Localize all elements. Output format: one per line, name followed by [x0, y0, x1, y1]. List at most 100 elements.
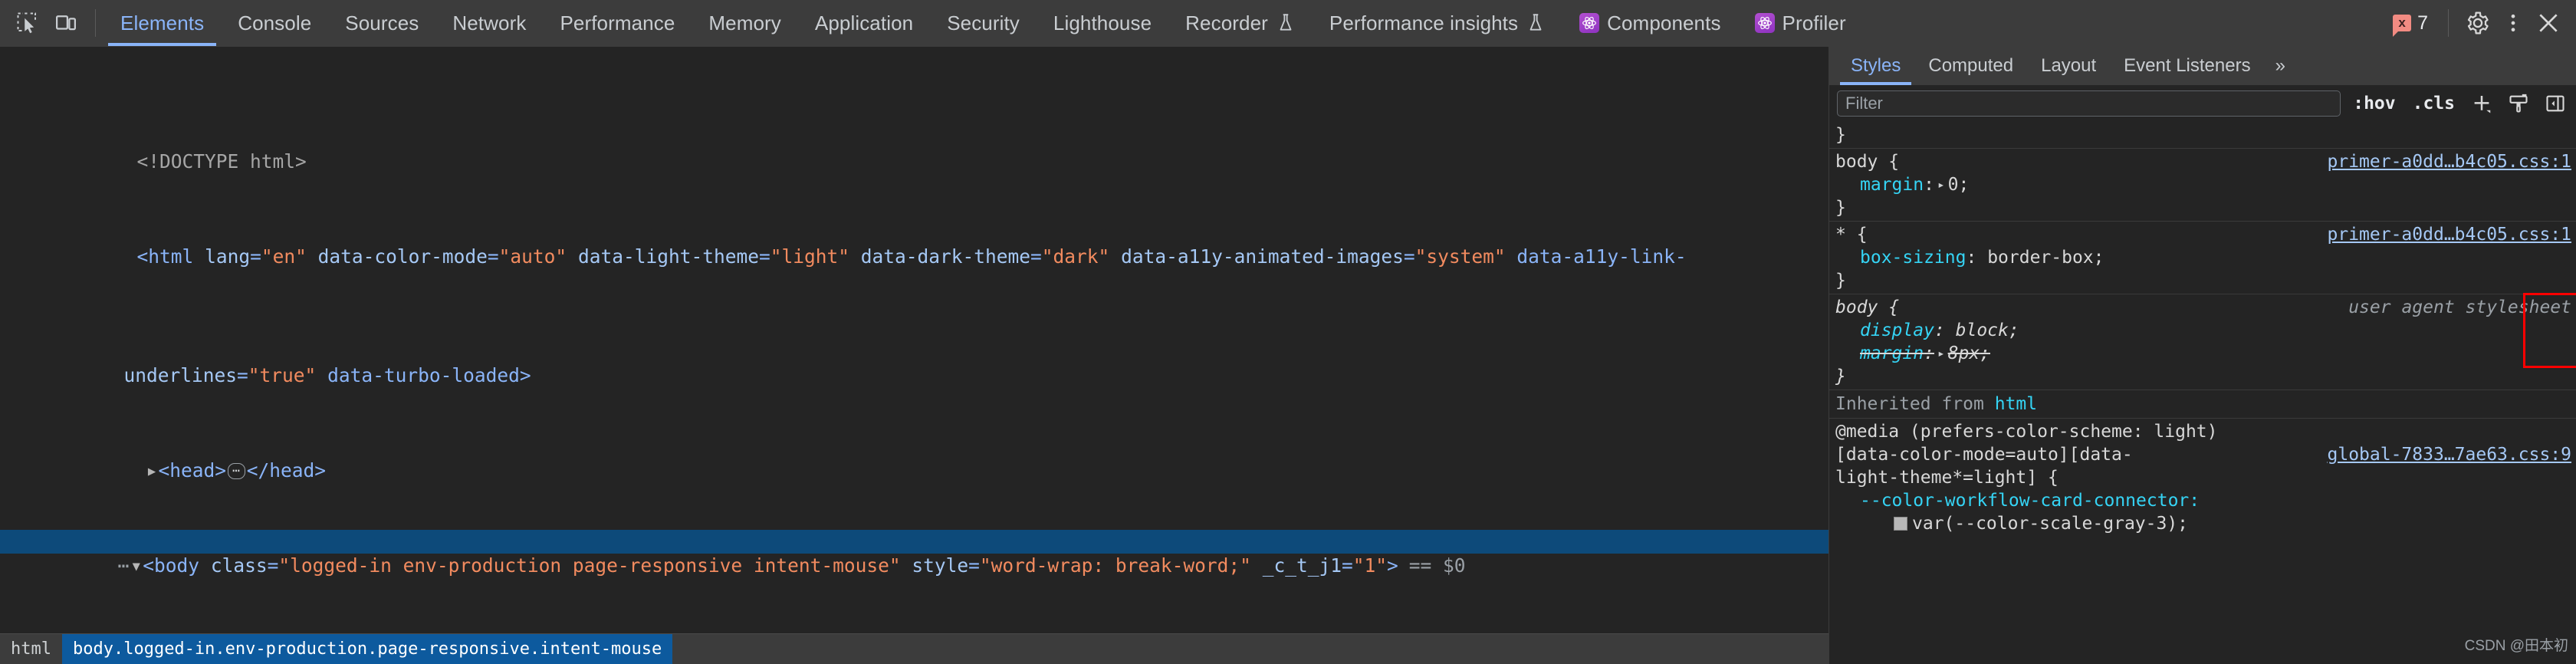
media-query-line3[interactable]: light-theme*=light] { [1829, 466, 2576, 489]
tab-label: Computed [1928, 55, 2014, 76]
declaration-property: display [1860, 320, 1934, 340]
tab-layout[interactable]: Layout [2027, 47, 2110, 85]
dom-node-doctype[interactable]: <!DOCTYPE html> [0, 126, 1829, 173]
toggle-class-editor-button[interactable]: .cls [2408, 94, 2459, 113]
dom-tree[interactable]: <!DOCTYPE html> <html lang="en" data-col… [0, 47, 1829, 633]
rule-selector[interactable]: * { [1835, 223, 1868, 246]
declaration-property[interactable]: box-sizing [1860, 248, 1966, 268]
rule-origin-link[interactable]: primer-a0dd…b4c05.css:1 [2314, 223, 2572, 246]
react-atom-icon [1754, 13, 1775, 33]
declaration-value: 8px [1947, 344, 1980, 363]
toolbar-left-controls [0, 0, 104, 46]
tab-performance-insights[interactable]: Performance insights [1313, 0, 1562, 46]
plus-icon[interactable] [2467, 90, 2496, 117]
declaration-color-workflow-card-connector[interactable]: --color-workflow-card-connector: [1829, 489, 2576, 512]
collapsed-children-ellipsis[interactable]: ⋯ [228, 463, 245, 479]
body-open-tag: <body class="logged-in env-production pa… [143, 554, 1398, 577]
style-rule-body-user-agent[interactable]: body { user agent stylesheet display: bl… [1829, 293, 2576, 390]
tab-recorder[interactable]: Recorder [1168, 0, 1313, 46]
expand-triangle-icon[interactable] [146, 460, 159, 484]
dom-node-body-selected[interactable]: ⋯ <body class="logged-in env-production p… [0, 530, 1829, 577]
tab-computed[interactable]: Computed [1914, 47, 2027, 85]
more-vertical-icon[interactable] [2496, 6, 2530, 40]
breadcrumb-item-html[interactable]: html [0, 634, 62, 664]
filter-placeholder: Filter [1845, 94, 1883, 113]
tab-components[interactable]: Components [1562, 0, 1737, 46]
declaration-display: display: block; [1860, 320, 2019, 340]
paintbrush-icon[interactable] [2504, 90, 2533, 117]
closing-brace: } [1835, 271, 1846, 291]
tab-network[interactable]: Network [435, 0, 543, 46]
tab-label: Recorder [1185, 12, 1268, 35]
tab-label: Application [814, 12, 914, 35]
dom-node-head[interactable]: <head>⋯</head> [0, 435, 1829, 482]
declaration-property[interactable]: --color-workflow-card-connector: [1860, 491, 2200, 511]
tab-memory[interactable]: Memory [692, 0, 798, 46]
closing-brace: } [1835, 125, 1846, 145]
media-query-line2[interactable]: [data-color-mode=auto][data- [1835, 443, 2133, 466]
selected-node-marker: == $0 [1408, 554, 1466, 577]
tab-event-listeners[interactable]: Event Listeners [2110, 47, 2264, 85]
tab-sources[interactable]: Sources [328, 0, 435, 46]
declaration-property[interactable]: margin [1860, 175, 1924, 195]
breadcrumb-item-body[interactable]: body.logged-in.env-production.page-respo… [61, 634, 673, 664]
dom-node-html-open-wrap: underlines="true" data-turbo-loaded> [0, 340, 1829, 386]
declaration-value[interactable]: border-box [1987, 248, 2093, 268]
rule-origin-link[interactable]: global-7833…7ae63.css:9 [2314, 443, 2572, 466]
toggle-hover-state-button[interactable]: :hov [2348, 94, 2400, 113]
declaration-margin[interactable]: margin: ▸ 0; [1829, 173, 2576, 196]
styles-filter-bar: Filter :hov .cls [1829, 85, 2576, 122]
media-query-line1: @media (prefers-color-scheme: light) [1835, 422, 2218, 442]
style-rule-body-primer[interactable]: body { primer-a0dd…b4c05.css:1 margin: ▸ 0… [1829, 149, 2576, 222]
declaration-box-sizing[interactable]: box-sizing: border-box; [1829, 246, 2576, 269]
toolbar-divider [2448, 9, 2449, 37]
tab-label: Sources [345, 12, 419, 35]
tab-elements[interactable]: Elements [104, 0, 221, 46]
styles-sidebar-pane: Styles Computed Layout Event Listeners »… [1829, 47, 2576, 664]
error-count-badge[interactable]: x 7 [2385, 12, 2436, 37]
declaration-value-row[interactable]: var(--color-scale-gray-3); [1829, 512, 2576, 535]
rule-origin-link[interactable]: primer-a0dd…b4c05.css:1 [2314, 150, 2572, 173]
rule-selector[interactable]: body { [1835, 150, 1899, 173]
gear-icon[interactable] [2461, 6, 2495, 40]
tab-application[interactable]: Application [798, 0, 930, 46]
doctype-text: <!DOCTYPE html> [136, 150, 307, 173]
tab-label: Network [452, 12, 527, 35]
style-rule-universal-primer[interactable]: * { primer-a0dd…b4c05.css:1 box-sizing: … [1829, 222, 2576, 294]
filter-input[interactable]: Filter [1837, 90, 2341, 117]
tab-profiler[interactable]: Profiler [1738, 0, 1863, 46]
tab-lighthouse[interactable]: Lighthouse [1037, 0, 1168, 46]
tab-label: Event Listeners [2124, 55, 2251, 76]
toggle-sidebar-icon[interactable] [2541, 90, 2570, 117]
tab-security[interactable]: Security [930, 0, 1037, 46]
tab-label: Performance [560, 12, 675, 35]
chevron-double-right-icon[interactable]: » [2265, 47, 2296, 85]
closing-brace: } [1835, 367, 1846, 386]
styles-rules-list[interactable]: } body { primer-a0dd…b4c05.css:1 margin:… [1829, 122, 2576, 664]
tab-performance[interactable]: Performance [543, 0, 692, 46]
declaration-value[interactable]: var(--color-scale-gray-3); [1912, 514, 2188, 534]
inherited-source-tag[interactable]: html [1995, 394, 2037, 414]
device-toolbar-icon[interactable] [49, 6, 83, 40]
tab-console[interactable]: Console [221, 0, 328, 46]
tab-styles[interactable]: Styles [1837, 47, 1914, 85]
closing-brace: } [1835, 198, 1846, 218]
expand-shorthand-icon[interactable]: ▸ [1934, 173, 1948, 196]
tab-label: Memory [708, 12, 781, 35]
inspect-element-icon[interactable] [11, 6, 44, 40]
collapse-triangle-icon[interactable] [130, 555, 143, 579]
tab-label: Performance insights [1329, 12, 1519, 35]
inherited-label: Inherited from [1835, 394, 1984, 414]
tab-label: Lighthouse [1053, 12, 1152, 35]
inherited-from-section-header: Inherited from html [1829, 390, 2576, 419]
error-count: 7 [2417, 12, 2428, 34]
style-rule-media-global[interactable]: @media (prefers-color-scheme: light) [da… [1829, 419, 2576, 537]
color-swatch[interactable] [1894, 517, 1907, 531]
node-badge-dots[interactable]: ⋯ [113, 554, 130, 577]
dom-node-html-open[interactable]: <html lang="en" data-color-mode="auto" d… [0, 221, 1829, 292]
declaration-value[interactable]: 0 [1948, 175, 1959, 195]
close-icon[interactable] [2532, 6, 2565, 40]
dom-node-div-turbo-body[interactable]: <div data-turbo-body class="logged-in en… [0, 625, 1829, 633]
panel-tabs: Elements Console Sources Network Perform… [104, 0, 1863, 46]
head-close-tag: </head> [246, 459, 326, 482]
